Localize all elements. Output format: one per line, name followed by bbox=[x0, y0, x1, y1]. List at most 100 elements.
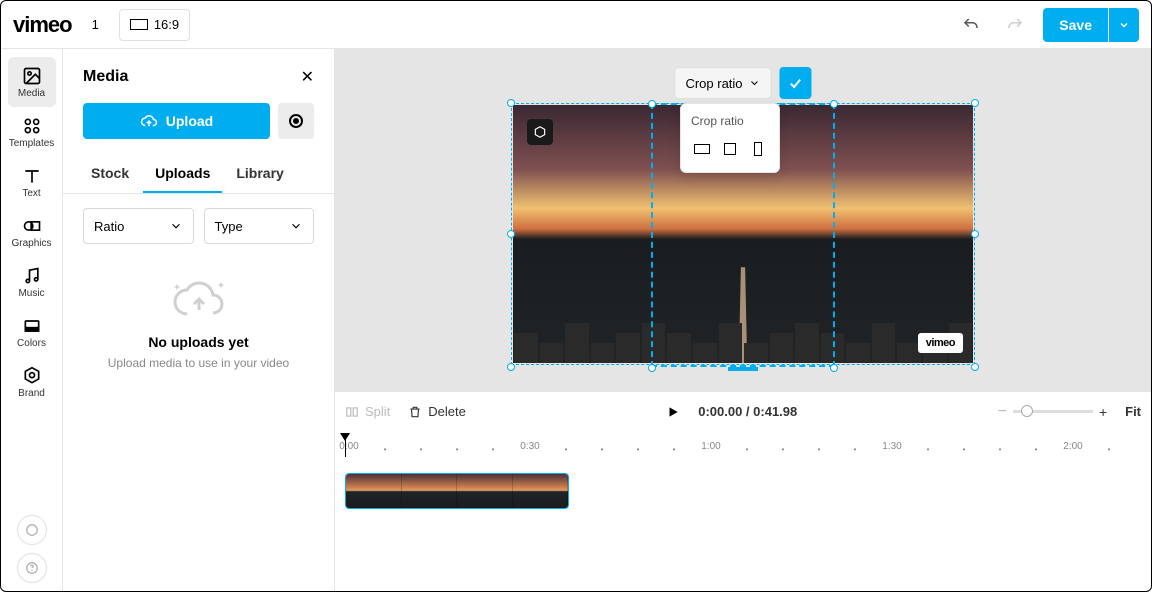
split-button[interactable]: Split bbox=[345, 404, 390, 419]
crop-option-portrait[interactable] bbox=[747, 136, 769, 162]
rail-footer-button-2[interactable] bbox=[17, 553, 47, 583]
crop-ratio-label: Crop ratio bbox=[685, 76, 742, 91]
upload-row: Upload bbox=[63, 93, 334, 149]
ruler-tick: 1:30 bbox=[882, 441, 901, 452]
check-icon bbox=[788, 75, 804, 91]
top-bar-right: Save bbox=[955, 8, 1139, 42]
rail-media-label: Media bbox=[18, 88, 45, 99]
crop-ratio-dropdown[interactable]: Crop ratio bbox=[674, 67, 771, 99]
rail-brand[interactable]: Brand bbox=[8, 357, 56, 407]
delete-button[interactable]: Delete bbox=[408, 404, 466, 419]
resize-handle[interactable] bbox=[507, 230, 515, 238]
zoom-out-icon[interactable]: − bbox=[998, 403, 1007, 421]
empty-state: No uploads yet Upload media to use in yo… bbox=[63, 258, 334, 388]
crop-ratio-popover: Crop ratio bbox=[680, 103, 780, 173]
type-select[interactable]: Type bbox=[204, 208, 315, 244]
chevron-down-icon bbox=[169, 219, 183, 233]
chevron-down-icon bbox=[749, 77, 761, 89]
upload-button-label: Upload bbox=[166, 113, 213, 129]
cloud-sparkle-icon bbox=[167, 276, 231, 324]
ratio-select[interactable]: Ratio bbox=[83, 208, 194, 244]
split-label: Split bbox=[365, 404, 390, 419]
filter-selects: Ratio Type bbox=[63, 194, 334, 258]
aspect-ratio-label: 16:9 bbox=[154, 17, 179, 32]
portrait-icon bbox=[754, 142, 762, 156]
vimeo-logo: vimeo bbox=[13, 12, 72, 38]
crop-handle[interactable] bbox=[830, 100, 838, 108]
upload-button[interactable]: Upload bbox=[83, 103, 270, 139]
playhead[interactable] bbox=[345, 433, 346, 457]
tab-uploads[interactable]: Uploads bbox=[143, 155, 222, 193]
main-area: Media Templates Text Graphics Music Colo… bbox=[1, 49, 1151, 591]
rail-colors-label: Colors bbox=[17, 338, 46, 349]
zoom-thumb[interactable] bbox=[1021, 405, 1033, 417]
top-bar: vimeo 1 16:9 Save bbox=[1, 1, 1151, 49]
empty-subtitle: Upload media to use in your video bbox=[108, 356, 289, 370]
resize-handle[interactable] bbox=[507, 363, 515, 371]
top-bar-left: vimeo 1 16:9 bbox=[13, 9, 190, 41]
empty-title: No uploads yet bbox=[148, 334, 248, 350]
square-icon bbox=[724, 143, 736, 155]
redo-button[interactable] bbox=[999, 9, 1031, 41]
zoom-in-icon[interactable]: + bbox=[1099, 404, 1107, 420]
landscape-rect-icon bbox=[130, 19, 148, 30]
canvas-area: Crop ratio Crop ratio bbox=[335, 49, 1151, 591]
zoom-track[interactable] bbox=[1013, 410, 1093, 413]
type-select-label: Type bbox=[215, 219, 243, 234]
play-icon bbox=[666, 405, 680, 419]
resize-handle[interactable] bbox=[971, 363, 979, 371]
record-icon bbox=[289, 114, 303, 128]
rail-text-label: Text bbox=[22, 188, 40, 199]
resize-handle[interactable] bbox=[971, 230, 979, 238]
cloud-upload-icon bbox=[140, 112, 158, 130]
crop-bottom-handle[interactable] bbox=[728, 367, 758, 371]
page-number: 1 bbox=[86, 17, 105, 32]
timeline-toolbar: Split Delete 0:00.00 / 0:41.98 − + bbox=[335, 391, 1151, 431]
rail-graphics[interactable]: Graphics bbox=[8, 207, 56, 257]
crop-option-landscape[interactable] bbox=[691, 136, 713, 162]
crop-option-square[interactable] bbox=[719, 136, 741, 162]
rail-templates[interactable]: Templates bbox=[8, 107, 56, 157]
zoom-slider[interactable]: − + bbox=[998, 403, 1108, 421]
tab-library[interactable]: Library bbox=[224, 155, 295, 193]
record-button[interactable] bbox=[278, 103, 314, 139]
rail-graphics-label: Graphics bbox=[11, 238, 51, 249]
ruler-tick: 0:00 bbox=[339, 441, 358, 452]
panel-tabs: Stock Uploads Library bbox=[63, 149, 334, 194]
crop-toolbar: Crop ratio bbox=[674, 67, 811, 99]
timeline: 0:00 0:30 1:00 1:30 2:00 •••• •••• •••• … bbox=[335, 431, 1151, 591]
tool-rail: Media Templates Text Graphics Music Colo… bbox=[1, 49, 63, 591]
crop-handle[interactable] bbox=[648, 364, 656, 372]
resize-handle[interactable] bbox=[971, 99, 979, 107]
rail-text[interactable]: Text bbox=[8, 157, 56, 207]
rail-colors[interactable]: Colors bbox=[8, 307, 56, 357]
confirm-crop-button[interactable] bbox=[780, 67, 812, 99]
close-panel-button[interactable]: ✕ bbox=[301, 67, 314, 87]
crop-handle[interactable] bbox=[648, 100, 656, 108]
play-button[interactable] bbox=[666, 405, 680, 419]
fit-button[interactable]: Fit bbox=[1125, 404, 1141, 419]
timeline-clip[interactable] bbox=[345, 473, 569, 509]
app-frame: vimeo 1 16:9 Save bbox=[0, 0, 1152, 592]
panel-title: Media bbox=[83, 68, 128, 86]
rail-templates-label: Templates bbox=[9, 138, 55, 149]
tab-stock[interactable]: Stock bbox=[79, 155, 141, 193]
undo-button[interactable] bbox=[955, 9, 987, 41]
timecode: 0:00.00 / 0:41.98 bbox=[698, 404, 797, 419]
trash-icon bbox=[408, 405, 422, 419]
timeline-ruler[interactable]: 0:00 0:30 1:00 1:30 2:00 •••• •••• •••• … bbox=[335, 431, 1151, 457]
save-button[interactable]: Save bbox=[1043, 8, 1108, 42]
aspect-ratio-chip[interactable]: 16:9 bbox=[119, 9, 190, 41]
crop-ratio-options bbox=[691, 136, 769, 162]
rail-media[interactable]: Media bbox=[8, 57, 56, 107]
save-dropdown-button[interactable] bbox=[1109, 8, 1139, 42]
save-button-group: Save bbox=[1043, 8, 1139, 42]
crop-handle[interactable] bbox=[830, 364, 838, 372]
resize-handle[interactable] bbox=[507, 99, 515, 107]
rail-footer-button-1[interactable] bbox=[17, 515, 47, 545]
rail-music-label: Music bbox=[18, 288, 44, 299]
timeline-track[interactable] bbox=[335, 457, 1151, 525]
crop-popover-title: Crop ratio bbox=[691, 114, 769, 128]
rail-music[interactable]: Music bbox=[8, 257, 56, 307]
ruler-tick: 0:30 bbox=[520, 441, 539, 452]
